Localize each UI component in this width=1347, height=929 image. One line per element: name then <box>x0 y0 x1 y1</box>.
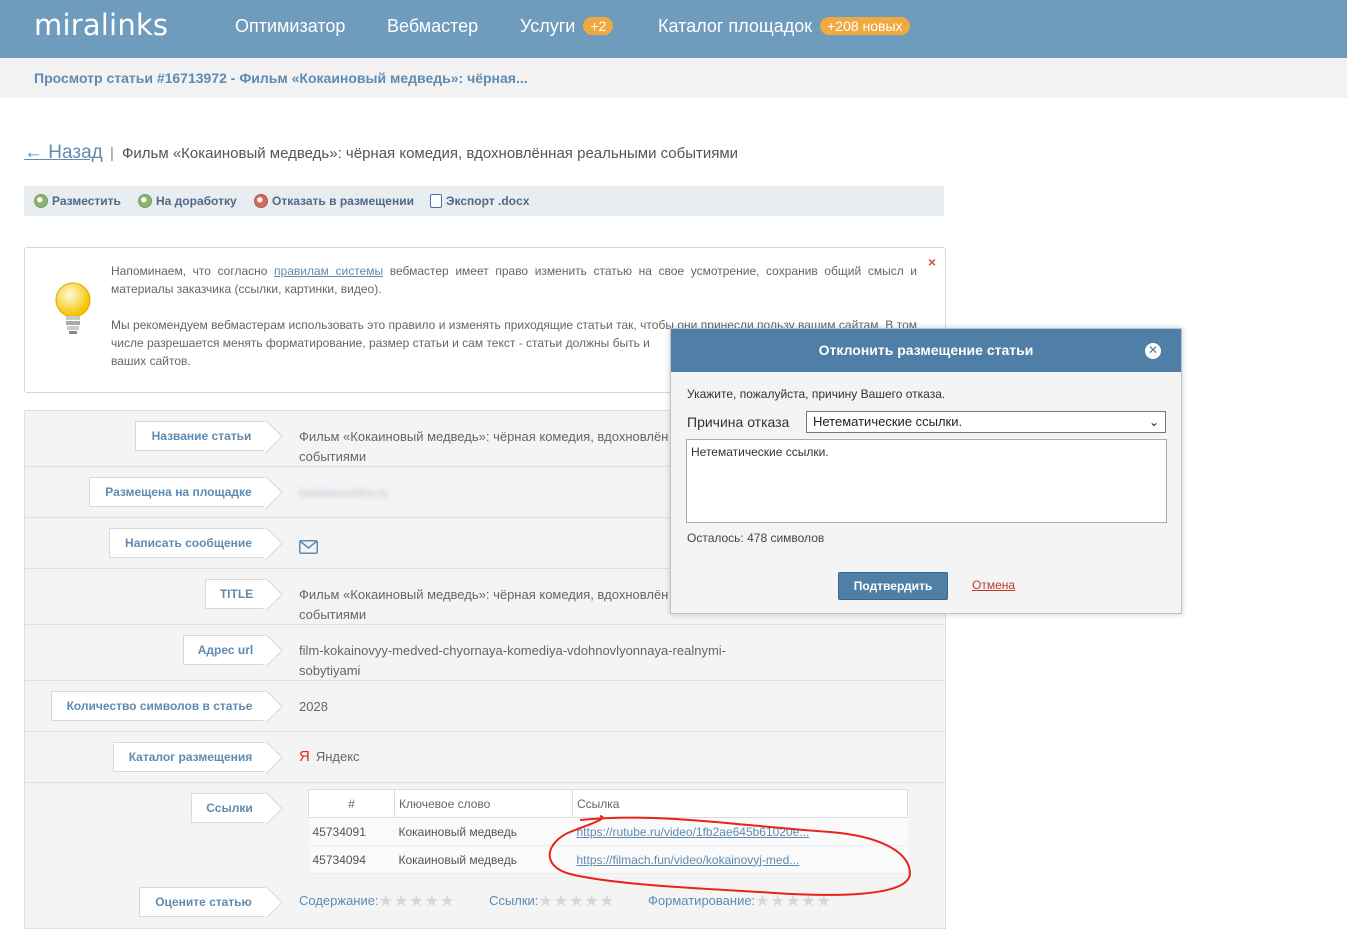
chevron-down-icon: ⌄ <box>1148 415 1159 429</box>
table-header-row: # Ключевое слово Ссылка <box>308 789 908 818</box>
dialog-prompt: Укажите, пожалуйста, причину Вашего отка… <box>687 387 946 401</box>
table-row: 45734091 Кокаиновый медведь https://rutu… <box>308 817 908 846</box>
nav-webmaster[interactable]: Вебмастер <box>387 16 478 37</box>
chars-field-label: Количество символов в статье <box>51 691 267 721</box>
confirm-button[interactable]: Подтвердить <box>838 572 948 600</box>
meta-title-value: Фильм «Кокаиновый медведь»: чёрная комед… <box>299 587 669 622</box>
nav-optimizer[interactable]: Оптимизатор <box>235 16 345 37</box>
url-field-label: Адрес url <box>183 635 267 665</box>
system-rules-link[interactable]: правилам системы <box>274 264 383 278</box>
mail-icon[interactable] <box>299 540 318 554</box>
nav-label: Каталог площадок <box>658 16 813 36</box>
field-row: Каталог размещения Я Яндекс <box>25 732 945 783</box>
lightbulb-icon <box>55 282 91 334</box>
rating-format: Форматирование:★★★★★ <box>648 891 832 911</box>
link-keyword: Кокаиновый медведь <box>394 845 573 874</box>
breadcrumb-bar: Просмотр статьи #16713972 - Фильм «Кокаи… <box>0 58 1347 98</box>
breadcrumb: Просмотр статьи #16713972 - Фильм «Кокаи… <box>34 70 528 86</box>
rating-label: Ссылки: <box>489 893 539 908</box>
back-link[interactable]: ← Назад <box>24 142 103 164</box>
place-button[interactable]: Разместить <box>34 194 121 208</box>
rate-field-label: Оцените статью <box>139 887 267 917</box>
link-url[interactable]: https://filmach.fun/video/kokainovyj-med… <box>577 853 800 867</box>
reject-dialog: Отклонить размещение статьи ✕ Укажите, п… <box>670 328 1182 614</box>
dialog-title: Отклонить размещение статьи <box>671 329 1181 372</box>
link-id: 45734094 <box>308 845 395 874</box>
page-title: Фильм «Кокаиновый медведь»: чёрная комед… <box>122 145 739 162</box>
export-label: Экспорт .docx <box>446 194 530 208</box>
site-field-label: Размещена на площадке <box>89 477 267 507</box>
reason-select[interactable]: Нетематические ссылки. ⌄ <box>806 411 1166 433</box>
refuse-icon <box>254 194 268 208</box>
star-rating-content[interactable]: ★★★★★ <box>379 893 456 910</box>
cancel-link[interactable]: Отмена <box>972 578 1015 592</box>
catalog-badge: +208 новых <box>820 17 910 35</box>
site-value[interactable]: bastasoostra.ru <box>299 483 389 503</box>
nav-catalog[interactable]: Каталог площадок +208 новых <box>658 16 910 37</box>
nav-label: Вебмастер <box>387 16 479 36</box>
rework-label: На доработку <box>156 194 237 208</box>
close-icon[interactable]: × <box>928 254 936 270</box>
message-field-label: Написать сообщение <box>109 528 267 558</box>
top-navbar: miralinks Оптимизатор Вебмастер Услуги +2… <box>0 0 1347 58</box>
star-rating-links[interactable]: ★★★★★ <box>538 893 615 910</box>
refuse-label: Отказать в размещении <box>272 194 414 208</box>
link-url[interactable]: https://rutube.ru/video/1fb2ae645b61020e… <box>577 825 810 839</box>
column-header: Ссылка <box>572 789 908 818</box>
notice-text-part: ваших сайтов. <box>111 354 191 368</box>
links-table: # Ключевое слово Ссылка 45734091 Кокаино… <box>308 789 908 874</box>
chars-value: 2028 <box>299 699 328 714</box>
place-icon <box>34 194 48 208</box>
rating-content: Содержание:★★★★★ <box>299 891 455 911</box>
title-field-label: Название статьи <box>135 421 267 451</box>
field-row: Количество символов в статье 2028 <box>25 681 945 732</box>
notice-text-part: Напоминаем, что согласно <box>111 264 275 278</box>
rating-label: Содержание: <box>299 893 379 908</box>
rating-label: Форматирование: <box>648 893 756 908</box>
rework-icon <box>138 194 152 208</box>
reason-label: Причина отказа <box>687 414 790 430</box>
rating-links: Ссылки:★★★★★ <box>489 891 615 911</box>
field-row: Адрес url film-kokainovyy-medved-chyorna… <box>25 625 945 681</box>
meta-title-field-label: TITLE <box>205 579 267 609</box>
article-title-value: Фильм «Кокаиновый медведь»: чёрная комед… <box>299 429 669 464</box>
star-rating-format[interactable]: ★★★★★ <box>755 893 832 910</box>
link-id: 45734091 <box>308 817 395 846</box>
nav-label: Услуги <box>520 16 576 36</box>
action-toolbar: Разместить На доработку Отказать в разме… <box>24 186 944 216</box>
dialog-body: Укажите, пожалуйста, причину Вашего отка… <box>671 372 1181 613</box>
title-separator: | <box>110 145 114 162</box>
services-badge: +2 <box>583 17 614 35</box>
rework-button[interactable]: На доработку <box>138 194 237 208</box>
link-keyword: Кокаиновый медведь <box>394 817 573 846</box>
nav-services[interactable]: Услуги +2 <box>520 16 614 37</box>
catalog-name: Яндекс <box>315 749 360 764</box>
reason-textarea[interactable]: Нетематические ссылки. <box>686 439 1167 523</box>
catalog-field-label: Каталог размещения <box>113 742 267 772</box>
links-field-label: Ссылки <box>191 793 267 823</box>
column-header: # <box>308 789 395 818</box>
refuse-button[interactable]: Отказать в размещении <box>254 194 414 208</box>
reason-selected-value: Нетематические ссылки. <box>813 414 963 429</box>
yandex-icon: Я <box>299 748 310 765</box>
column-header: Ключевое слово <box>394 789 573 818</box>
nav-label: Оптимизатор <box>235 16 346 36</box>
word-doc-icon <box>430 194 442 208</box>
char-counter: Осталось: 478 символов <box>687 531 825 545</box>
table-row: 45734094 Кокаиновый медведь https://film… <box>308 845 908 874</box>
export-docx-button[interactable]: Экспорт .docx <box>430 194 529 208</box>
catalog-value: Я Яндекс <box>299 747 360 767</box>
place-label: Разместить <box>52 194 121 208</box>
url-value: film-kokainovyy-medved-chyornaya-komediy… <box>299 643 727 678</box>
logo[interactable]: miralinks <box>34 8 168 42</box>
close-icon[interactable]: ✕ <box>1145 343 1161 359</box>
